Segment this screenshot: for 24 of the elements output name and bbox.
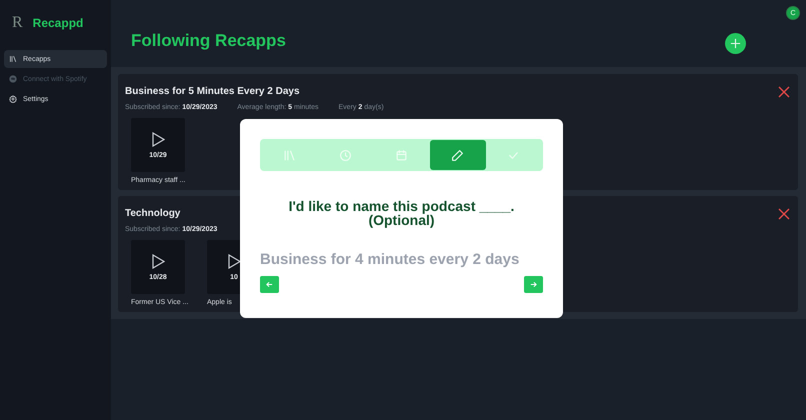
- library-icon: [9, 55, 17, 63]
- play-icon: [228, 254, 240, 268]
- next-button[interactable]: [524, 276, 543, 293]
- app-name: Recappd: [32, 16, 84, 30]
- play-icon: [152, 254, 164, 268]
- pencil-icon: [451, 148, 464, 162]
- right-arrow-icon: [530, 281, 537, 288]
- gear-icon: [9, 95, 17, 103]
- page-title: Following Recapps: [131, 31, 287, 51]
- add-button[interactable]: [725, 33, 746, 54]
- dialog-question: I'd like to name this podcast ____. (Optional): [288, 199, 516, 227]
- spotify-icon: [9, 75, 17, 83]
- subscription-title: Business for 5 Minutes Every 2 Days: [125, 86, 300, 97]
- subscription-title: Technology: [125, 208, 180, 219]
- back-button[interactable]: [260, 276, 279, 293]
- left-arrow-icon: [266, 281, 273, 288]
- play-icon: [152, 132, 164, 146]
- name-input-field[interactable]: Business for 4 minutes every 2 days: [260, 251, 543, 268]
- logo: R: [12, 14, 23, 32]
- library-icon: [282, 148, 296, 162]
- calendar-icon: [395, 148, 408, 162]
- plus-icon: [730, 38, 741, 49]
- clock-icon: [338, 148, 352, 162]
- step-tab[interactable]: [430, 140, 486, 170]
